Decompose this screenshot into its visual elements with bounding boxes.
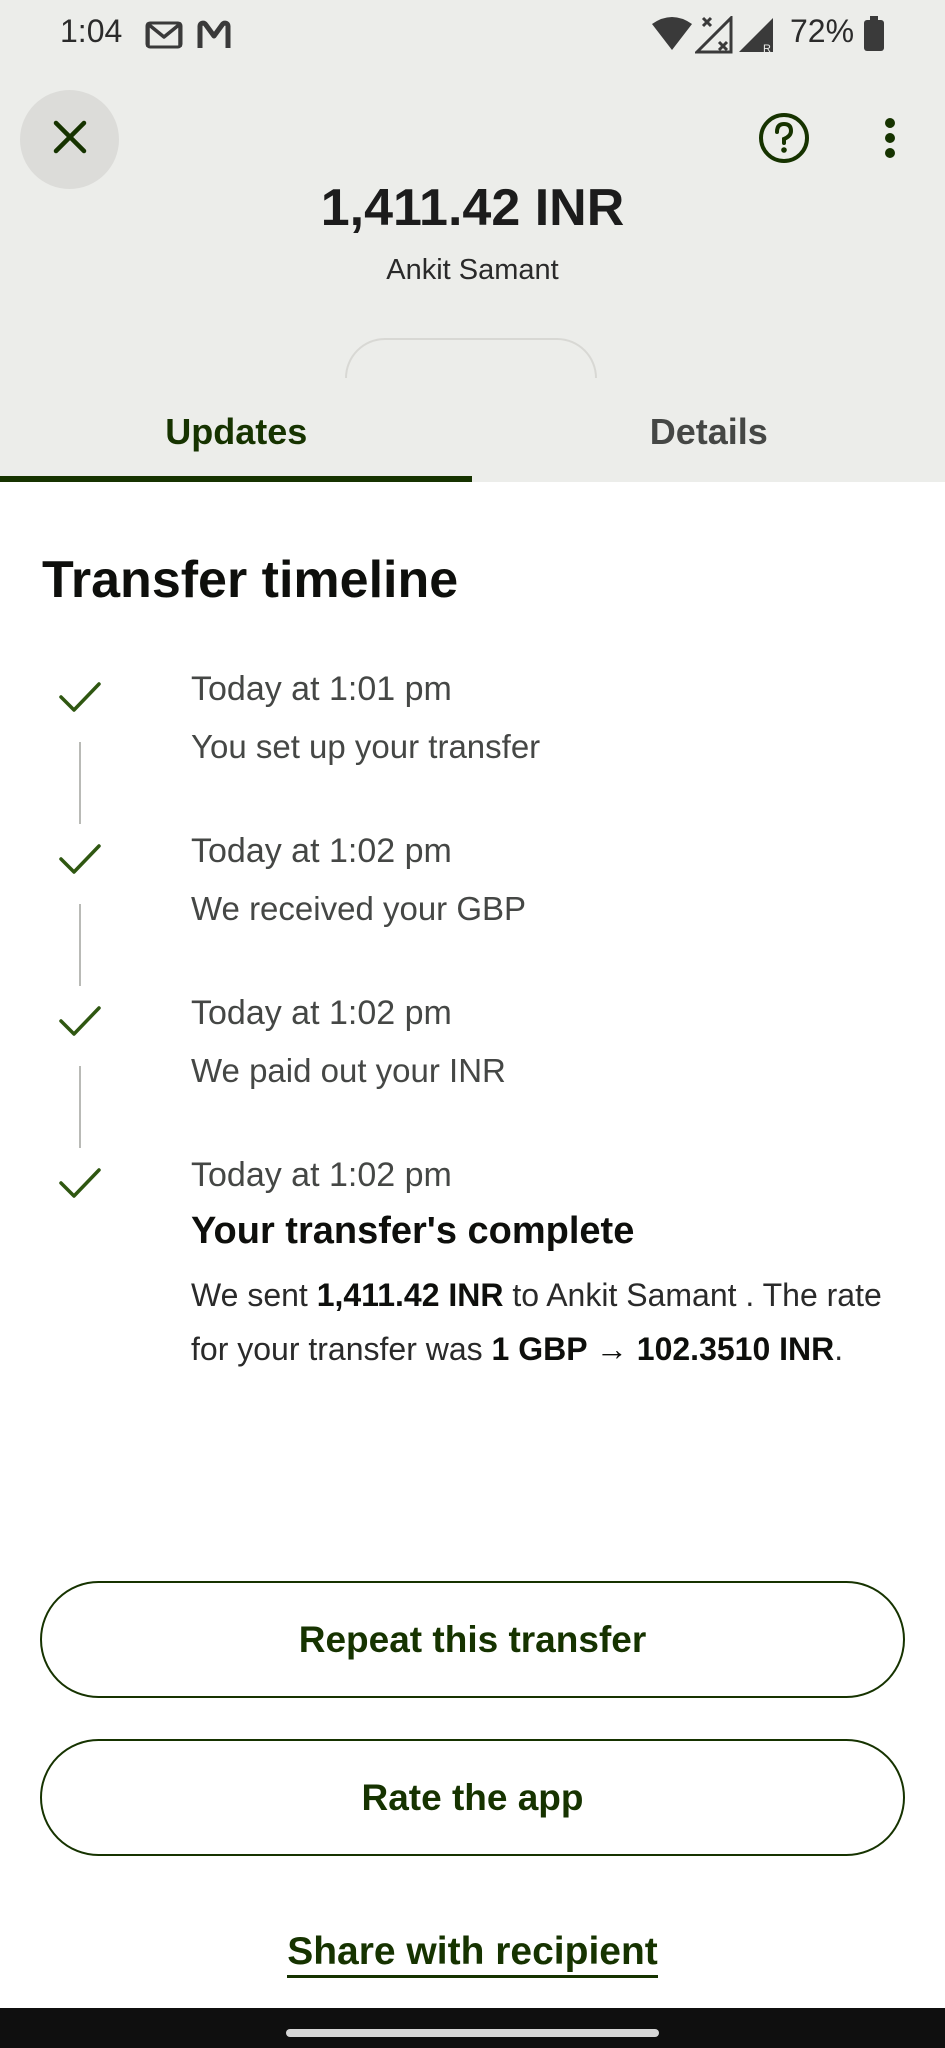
system-nav-bar [0, 2008, 945, 2048]
m-icon [197, 20, 231, 55]
more-options-button[interactable] [870, 112, 910, 164]
timeline-connector [79, 1066, 81, 1148]
timeline-title: Transfer timeline [42, 551, 459, 609]
rate-app-button[interactable]: Rate the app [40, 1739, 905, 1856]
status-bar: 1:04 R 72% [0, 0, 945, 70]
check-icon [58, 842, 102, 881]
transfer-amount: 1,411.42 INR [320, 179, 625, 237]
transfer-complete-message: We sent 1,411.42 INR to Ankit Samant . T… [191, 1268, 901, 1376]
sent-amount: 1,411.42 INR [316, 1277, 504, 1313]
timeline-connector [79, 904, 81, 986]
more-vert-icon-dot [885, 148, 895, 158]
more-vert-icon-dot [885, 118, 895, 128]
share-link-label: Share with recipient [287, 1930, 658, 1978]
check-icon [58, 680, 102, 719]
check-icon [58, 1004, 102, 1043]
close-icon [50, 117, 90, 162]
signal-icon: R [737, 16, 777, 59]
help-icon [758, 113, 810, 168]
timeline-description: We received your GBP [191, 890, 527, 927]
tab-bar: Updates Details [0, 382, 945, 482]
status-time: 1:04 [60, 13, 123, 49]
no-data-icon [693, 14, 735, 59]
battery-percent: 72% [790, 13, 855, 49]
wifi-icon [652, 16, 692, 57]
timeline-description: We paid out your INR [191, 1052, 506, 1089]
exchange-rate: 1 GBP → 102.3510 INR [491, 1331, 835, 1367]
active-tab-indicator [0, 476, 472, 482]
recipient-name: Ankit Samant [386, 254, 559, 286]
timeline-time: Today at 1:02 pm [191, 832, 452, 870]
timeline-connector [79, 742, 81, 824]
battery-icon [863, 16, 885, 57]
gmail-icon [145, 20, 183, 55]
close-button[interactable] [20, 90, 119, 189]
message-text: We sent [191, 1277, 317, 1313]
more-vert-icon-dot [885, 133, 895, 143]
svg-text:R: R [763, 43, 771, 54]
timeline-description: You set up your transfer [191, 728, 541, 765]
collapsed-chip [345, 338, 597, 378]
transfer-complete-heading: Your transfer's complete [191, 1210, 635, 1252]
timeline-time: Today at 1:02 pm [191, 1156, 452, 1194]
tab-details[interactable]: Details [473, 382, 945, 482]
check-icon [58, 1166, 102, 1205]
home-gesture-handle[interactable] [286, 2029, 659, 2037]
timeline-time: Today at 1:01 pm [191, 670, 452, 708]
message-text: . [834, 1331, 844, 1367]
timeline-time: Today at 1:02 pm [191, 994, 452, 1032]
help-button[interactable] [758, 112, 810, 169]
tab-updates[interactable]: Updates [0, 382, 473, 482]
share-with-recipient-link[interactable]: Share with recipient [0, 1930, 945, 1978]
repeat-transfer-button[interactable]: Repeat this transfer [40, 1581, 905, 1698]
